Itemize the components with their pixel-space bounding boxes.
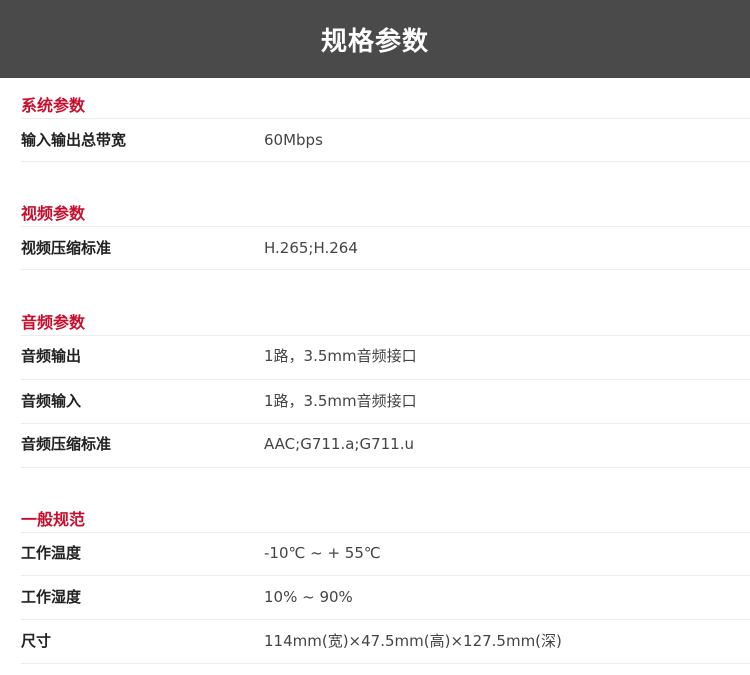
spec-label: 输入输出总带宽: [21, 131, 127, 149]
divider: [21, 532, 750, 533]
divider: [21, 467, 750, 468]
section-title-video: 视频参数: [21, 204, 86, 223]
spec-label: 工作温度: [21, 544, 82, 562]
divider: [21, 619, 750, 620]
spec-value: 10% ~ 90%: [264, 588, 353, 606]
divider: [21, 269, 750, 270]
section-title-general: 一般规范: [21, 510, 86, 529]
spec-value: 1路，3.5mm音频接口: [264, 392, 417, 410]
spec-label: 音频压缩标准: [21, 435, 112, 453]
divider: [21, 161, 750, 162]
spec-value: 114mm(宽)×47.5mm(高)×127.5mm(深): [264, 632, 562, 650]
spec-label: 音频输出: [21, 347, 82, 365]
divider: [21, 226, 750, 227]
section-title-system: 系统参数: [21, 96, 86, 115]
page-header: 规格参数: [0, 0, 750, 78]
spec-value: AAC;G711.a;G711.u: [264, 435, 414, 453]
divider: [21, 335, 750, 336]
spec-value: H.265;H.264: [264, 239, 358, 257]
divider: [21, 575, 750, 576]
spec-value: 1路，3.5mm音频接口: [264, 347, 417, 365]
divider: [21, 118, 750, 119]
spec-label: 音频输入: [21, 392, 82, 410]
spec-label: 尺寸: [21, 632, 52, 650]
section-title-audio: 音频参数: [21, 313, 86, 332]
divider: [21, 663, 750, 664]
spec-value: -10℃ ~ + 55℃: [264, 544, 381, 562]
spec-value: 60Mbps: [264, 131, 323, 149]
divider: [21, 423, 750, 424]
spec-label: 工作湿度: [21, 588, 82, 606]
divider: [21, 379, 750, 380]
spec-label: 视频压缩标准: [21, 239, 112, 257]
page-title: 规格参数: [320, 26, 429, 57]
